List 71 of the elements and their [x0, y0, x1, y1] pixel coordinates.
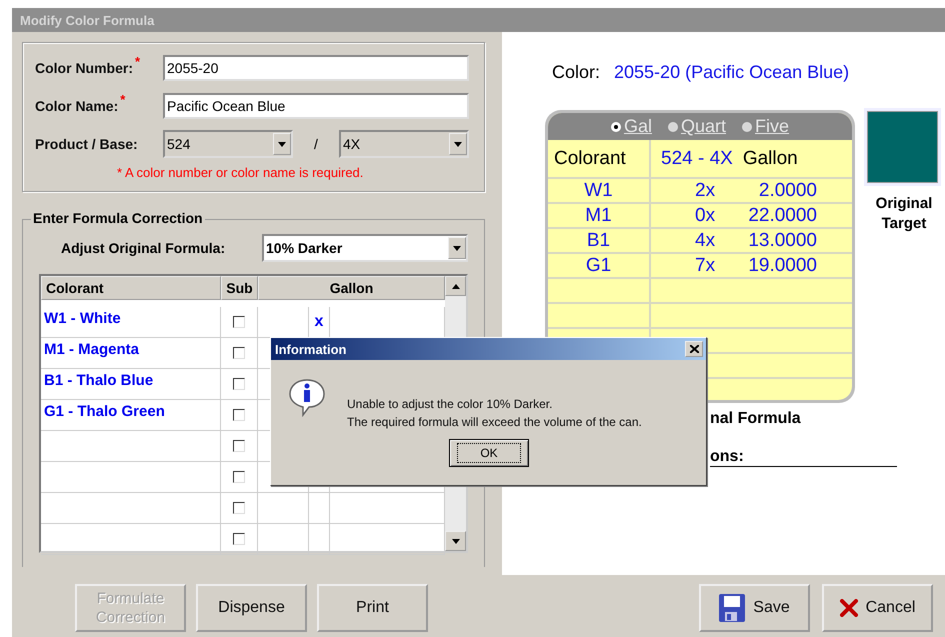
cross-icon: [840, 598, 858, 616]
color-value: 2055-20 (Pacific Ocean Blue): [614, 62, 850, 83]
column-header: Colorant: [554, 148, 626, 170]
table-cell: B1: [586, 230, 610, 252]
required-mark: *: [135, 54, 140, 69]
checkbox[interactable]: [233, 502, 245, 514]
table-cell-text: 4x: [695, 230, 716, 252]
input-field[interactable]: Pacific Ocean Blue: [163, 93, 469, 119]
field-label: Color Number:: [35, 60, 133, 76]
table-cell: B1 - Thalo Blue: [41, 369, 221, 400]
info-icon: [287, 377, 327, 417]
caret-icon: [278, 142, 286, 146]
table-cell: G1: [586, 254, 612, 276]
table-cell-text: 2.0000: [758, 180, 817, 202]
close-button[interactable]: [685, 341, 703, 357]
field-label: Product / Base:: [35, 136, 139, 152]
table-cell: W1 - White: [41, 307, 221, 338]
required-mark: *: [120, 92, 126, 107]
message-text: Unable to adjust the color 10% Darker.: [347, 396, 554, 413]
column-header: Sub: [221, 276, 258, 300]
up-arrow-icon: [452, 284, 460, 288]
dropdown-button[interactable]: [449, 133, 467, 155]
checkbox[interactable]: [233, 316, 245, 328]
checkbox[interactable]: [233, 347, 245, 359]
color-label: Color:: [552, 62, 600, 83]
dropdown-button[interactable]: [273, 133, 291, 155]
action-button[interactable]: Dispense: [196, 584, 307, 632]
table-cell-text: 7x: [695, 254, 716, 276]
table-cell: G1 - Thalo Green: [41, 400, 221, 431]
checkbox[interactable]: [233, 440, 245, 452]
checkbox[interactable]: [233, 378, 245, 390]
caret-icon: [453, 246, 461, 250]
base-dropdown[interactable]: 4X: [339, 130, 469, 158]
table-cell-text: 13.0000: [747, 230, 817, 252]
adjust-dropdown[interactable]: 10% Darker: [262, 234, 468, 262]
product-header: 524 - 4X: [661, 148, 733, 170]
message-text: The required formula will exceed the volume of the can.: [347, 414, 642, 431]
empty-cell: [309, 493, 330, 524]
save-button[interactable]: Save: [699, 584, 810, 632]
down-arrow-icon: [452, 538, 460, 544]
table-cell: M1 - Magenta: [41, 338, 221, 369]
product-dropdown[interactable]: 524: [163, 130, 293, 158]
formula-caption: nal Formula: [710, 410, 801, 428]
table-cell-text: 19.0000: [747, 254, 817, 276]
table-cell-text: 0x: [695, 204, 716, 226]
dropdown-button[interactable]: [448, 237, 466, 259]
table-cell: M1: [585, 204, 612, 226]
ok-button[interactable]: OK: [449, 439, 529, 467]
field-label: ons:: [710, 448, 897, 467]
required-note: * A color number or color name is required.: [117, 165, 364, 180]
unit-header: Gallon: [742, 148, 798, 170]
dialog-title: Information: [275, 342, 346, 356]
checkbox[interactable]: [233, 409, 245, 421]
field-label: Adjust Original Formula:: [61, 240, 226, 256]
group-title: Enter Formula Correction: [31, 210, 205, 226]
separator-text: /: [313, 136, 319, 152]
action-button[interactable]: Print: [317, 584, 428, 632]
swatch-label: Original Target: [874, 194, 934, 234]
checkbox[interactable]: [233, 471, 245, 483]
cancel-button[interactable]: Cancel: [822, 584, 933, 632]
column-header: Gallon: [258, 276, 445, 300]
column-header: Colorant: [41, 276, 221, 300]
table-cell-text: 2x: [695, 180, 716, 202]
caret-icon: [454, 142, 462, 146]
window-title: Modify Color Formula: [12, 8, 945, 32]
table-cell: W1: [584, 180, 613, 202]
table-cell-text: 22.0000: [747, 204, 817, 226]
input-field[interactable]: 2055-20: [163, 55, 469, 81]
field-label: Color Name:: [35, 98, 118, 114]
close-icon: [690, 345, 698, 353]
checkbox[interactable]: [233, 533, 245, 545]
